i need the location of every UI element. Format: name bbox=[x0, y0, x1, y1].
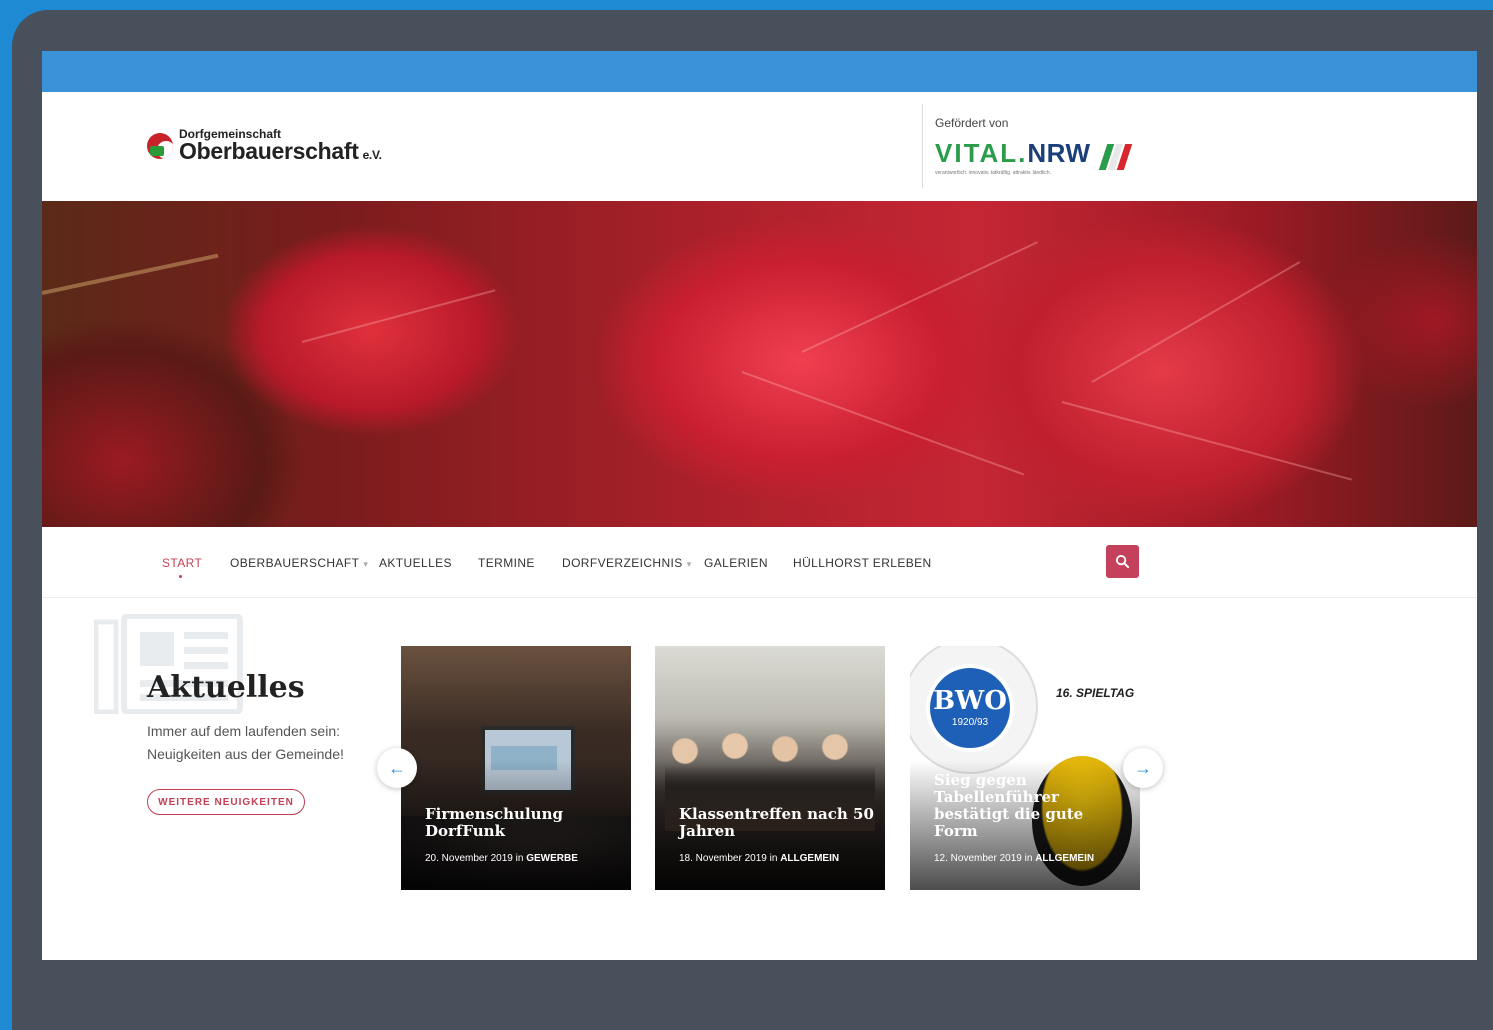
card-meta: 20. November 2019 in GEWERBE bbox=[425, 853, 578, 864]
carousel-next-button[interactable]: → bbox=[1123, 748, 1163, 788]
card-meta: 18. November 2019 in ALLGEMEIN bbox=[679, 853, 840, 864]
sponsor-tagline: verantwortlich. innovativ. tatkräftig. a… bbox=[935, 170, 1051, 176]
nav-termine[interactable]: TERMINE bbox=[478, 556, 535, 570]
nav-oberbauerschaft[interactable]: OBERBAUERSCHAFT ▾ bbox=[230, 556, 368, 570]
card-title[interactable]: Firmenschulung DorfFunk bbox=[425, 806, 620, 840]
sponsor-logo: VITAL.NRW verantwortlich. innovativ. tat… bbox=[935, 138, 1135, 176]
news-card[interactable]: Klassentreffen nach 50 Jahren 18. Novemb… bbox=[655, 646, 885, 890]
site-header: Dorfgemeinschaft Oberbauerschaft e.V. Gef… bbox=[42, 92, 1477, 201]
section-title: Aktuelles bbox=[147, 670, 305, 705]
active-indicator bbox=[179, 575, 182, 578]
top-bar bbox=[42, 51, 1477, 92]
search-button[interactable] bbox=[1106, 545, 1139, 578]
nrw-flag-icon bbox=[1098, 144, 1135, 170]
logo-big-text: Oberbauerschaft e.V. bbox=[179, 138, 382, 164]
main-nav: START OBERBAUERSCHAFT ▾ AKTUELLES TERMINE… bbox=[42, 527, 1477, 598]
matchday-label: 16. SPIELTAG bbox=[1056, 686, 1135, 700]
nav-huellhorst-erleben[interactable]: HÜLLHORST ERLEBEN bbox=[793, 556, 932, 570]
chevron-down-icon: ▾ bbox=[363, 559, 369, 569]
news-card[interactable]: BWO 1920/93 16. SPIELTAG Sieg gegen Tabe… bbox=[910, 646, 1140, 890]
sponsor-label: Gefördert von bbox=[935, 116, 1009, 130]
logo-emblem-icon bbox=[147, 132, 173, 159]
sponsor-block[interactable]: Gefördert von VITAL.NRW verantwortlich. … bbox=[922, 104, 1135, 188]
section-subtitle: Immer auf dem laufenden sein: Neuigkeite… bbox=[147, 723, 344, 762]
nav-galerien[interactable]: GALERIEN bbox=[704, 556, 768, 570]
card-title[interactable]: Sieg gegen Tabellenführer bestätigt die … bbox=[934, 772, 1129, 840]
nav-dorfverzeichnis[interactable]: DORFVERZEICHNIS ▾ bbox=[562, 556, 692, 570]
search-icon bbox=[1115, 554, 1130, 569]
card-title[interactable]: Klassentreffen nach 50 Jahren bbox=[679, 806, 874, 840]
card-meta: 12. November 2019 in ALLGEMEIN bbox=[934, 853, 1095, 864]
club-emblem: BWO 1920/93 bbox=[926, 664, 1014, 752]
hero-image bbox=[42, 201, 1477, 527]
nav-aktuelles[interactable]: AKTUELLES bbox=[379, 556, 452, 570]
chevron-down-icon: ▾ bbox=[686, 559, 692, 569]
more-news-button[interactable]: WEITERE NEUIGKEITEN bbox=[147, 789, 305, 815]
news-card[interactable]: Firmenschulung DorfFunk 20. November 201… bbox=[401, 646, 631, 890]
site-logo[interactable]: Dorfgemeinschaft Oberbauerschaft e.V. bbox=[147, 128, 382, 163]
carousel-prev-button[interactable]: ← bbox=[377, 748, 417, 788]
browser-screen: Dorfgemeinschaft Oberbauerschaft e.V. Gef… bbox=[42, 51, 1477, 960]
nav-start[interactable]: START bbox=[162, 556, 202, 570]
